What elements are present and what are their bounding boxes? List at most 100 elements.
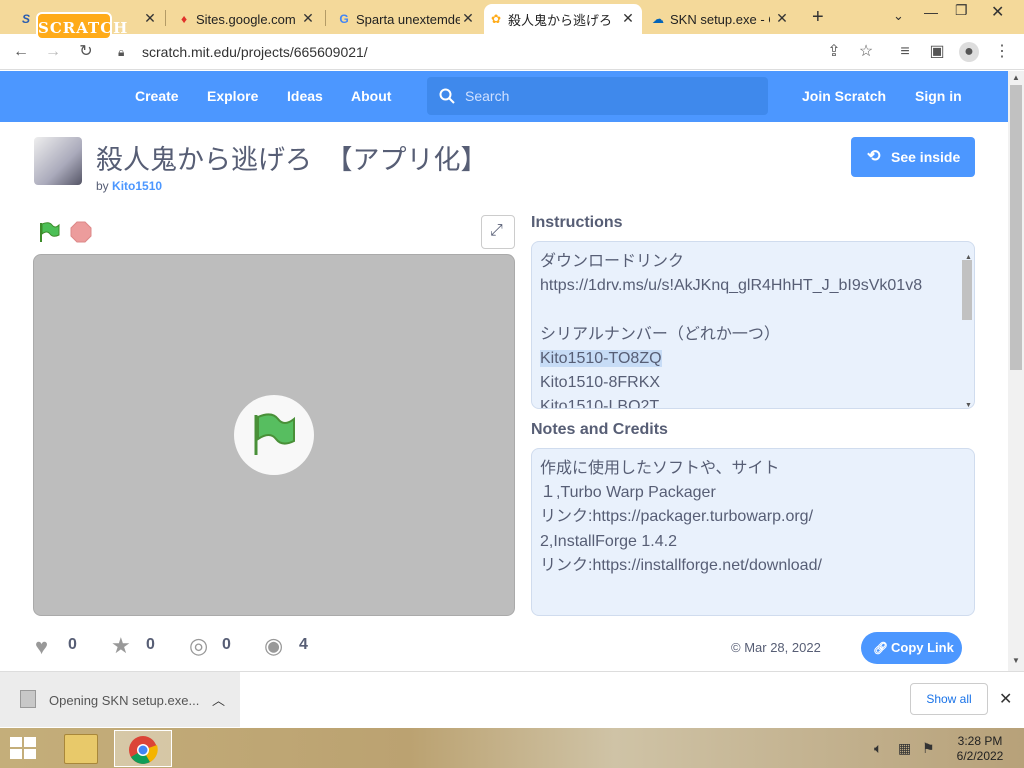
- instructions-line: Kito1510-8FRKX: [540, 373, 661, 391]
- reload-icon[interactable]: ↻: [76, 42, 96, 62]
- avatar[interactable]: [34, 137, 82, 185]
- show-all-button[interactable]: Show all: [910, 683, 988, 715]
- by-label: by: [96, 179, 109, 193]
- remix-icon: ◎: [189, 633, 209, 658]
- action-center-icon[interactable]: ⚑: [922, 740, 935, 757]
- google-icon: G: [339, 12, 349, 26]
- copy-link-button[interactable]: 🔗︎ Copy Link: [861, 632, 962, 664]
- stop-sign-icon[interactable]: [70, 221, 92, 243]
- instructions-box[interactable]: ダウンロードリンク https://1drv.ms/u/s!AkJKnq_glR…: [531, 241, 975, 409]
- taskbar-chrome-button[interactable]: [114, 730, 172, 767]
- chrome-icon: [129, 736, 158, 764]
- close-icon[interactable]: ✕: [460, 10, 476, 27]
- tab-label: Sparta unextemded: [356, 11, 460, 27]
- stage-play-button[interactable]: [234, 395, 314, 475]
- volume-muted-icon[interactable]: 🔈︎: [874, 740, 882, 757]
- tab-skn[interactable]: ☁ SKN setup.exe - C ✕: [646, 4, 796, 34]
- flame-icon: ♦: [180, 12, 188, 26]
- clock-date: 6/2/2022: [956, 749, 1004, 763]
- file-explorer-icon[interactable]: [64, 734, 98, 764]
- s-icon: S: [21, 12, 30, 26]
- nav-explore[interactable]: Explore: [207, 88, 258, 104]
- scratch-cat-icon: ✿: [490, 12, 502, 26]
- fullscreen-button[interactable]: ⤢: [481, 215, 515, 249]
- page-scroll-thumb[interactable]: [1010, 85, 1022, 370]
- heart-icon[interactable]: ♥: [35, 634, 48, 660]
- tab-search-icon[interactable]: ⌄: [893, 8, 904, 24]
- windows-start-icon[interactable]: [10, 737, 38, 761]
- star-icon[interactable]: ★: [111, 633, 131, 659]
- notes-box: 作成に使用したソフトや、サイト １,Turbo Warp Packager リン…: [531, 448, 975, 616]
- selected-text: Kito1510-TO8ZQ: [540, 349, 662, 367]
- copy-link-label: Copy Link: [891, 640, 954, 655]
- scroll-thumb[interactable]: [962, 260, 972, 320]
- close-icon[interactable]: ✕: [300, 10, 316, 27]
- favorites-count: 0: [146, 636, 155, 653]
- tab-project[interactable]: ✿ 殺人鬼から逃げろ ✕: [484, 4, 642, 34]
- tab-label: 殺人鬼から逃げろ: [508, 12, 613, 28]
- new-tab-button[interactable]: +: [812, 6, 824, 29]
- window-close-button[interactable]: ✕: [991, 2, 1004, 22]
- close-icon[interactable]: ✕: [999, 689, 1012, 709]
- instructions-line: [540, 298, 966, 322]
- nav-about[interactable]: About: [351, 88, 391, 104]
- back-icon[interactable]: ←: [11, 42, 31, 62]
- green-flag-icon[interactable]: [38, 221, 60, 243]
- close-icon[interactable]: ✕: [620, 10, 636, 27]
- notes-heading: Notes and Credits: [531, 421, 668, 438]
- url-text: scratch.mit.edu/projects/665609021/: [142, 44, 368, 60]
- remix-arrows-icon: ⟲: [867, 148, 881, 165]
- link-icon: 🔗︎: [873, 641, 889, 655]
- reading-list-icon[interactable]: ≡: [895, 42, 915, 62]
- side-panel-icon[interactable]: ▣: [927, 42, 947, 62]
- restore-button[interactable]: ❐: [955, 2, 968, 19]
- notes-line: １,Turbo Warp Packager: [540, 484, 716, 502]
- tab-label: SKN setup.exe - C: [670, 11, 770, 27]
- scratch-logo[interactable]: SCRATCH: [36, 12, 127, 40]
- loves-count: 0: [68, 636, 77, 653]
- taskbar-clock[interactable]: 3:28 PM 6/2/2022: [952, 734, 1008, 764]
- remixes-count: 0: [222, 636, 231, 653]
- instructions-heading: Instructions: [531, 214, 623, 231]
- search-input[interactable]: Search: [427, 77, 768, 115]
- clock-time: 3:28 PM: [957, 734, 1003, 748]
- instructions-line: ダウンロードリンク: [540, 253, 685, 270]
- notes-line: 作成に使用したソフトや、サイト: [540, 460, 780, 477]
- shared-date: © Mar 28, 2022: [731, 640, 821, 655]
- close-icon[interactable]: ✕: [142, 10, 158, 27]
- instructions-line: Kito1510-LBQ2T: [540, 398, 660, 409]
- tab-sparta[interactable]: G Sparta unextemded ✕: [332, 4, 482, 34]
- tab-strip: S Showdown! ✕ ♦ Sites.google.com ✕ G Spa…: [0, 0, 1024, 34]
- green-flag-icon: [254, 413, 295, 455]
- nav-create[interactable]: Create: [135, 88, 179, 104]
- instructions-line: https://1drv.ms/u/s!AkJKnq_glR4HhHT_J_bI…: [540, 277, 923, 295]
- join-scratch-link[interactable]: Join Scratch: [802, 88, 886, 104]
- menu-icon[interactable]: ⋮: [992, 42, 1012, 62]
- close-icon[interactable]: ✕: [774, 10, 790, 27]
- project-byline: by Kito1510: [96, 179, 162, 193]
- chevron-up-icon[interactable]: ︿: [212, 690, 225, 709]
- sign-in-link[interactable]: Sign in: [915, 88, 962, 104]
- page-scrollbar[interactable]: ▲ ▼: [1008, 71, 1024, 671]
- see-inside-label: See inside: [891, 149, 961, 165]
- instructions-scrollbar[interactable]: ▲ ▼: [962, 246, 972, 408]
- notes-line: リンク:https://packager.turbowarp.org/: [540, 508, 814, 526]
- search-icon: [439, 88, 455, 104]
- download-status: Opening SKN setup.exe...: [49, 693, 200, 708]
- lock-icon: 🔒︎: [118, 45, 125, 59]
- network-icon[interactable]: ▦: [898, 740, 911, 757]
- tab-label: Sites.google.com: [196, 11, 296, 27]
- tab-sites[interactable]: ♦ Sites.google.com ✕: [172, 4, 322, 34]
- forward-icon[interactable]: →: [43, 42, 63, 62]
- address-bar[interactable]: 🔒︎ scratch.mit.edu/projects/665609021/: [108, 39, 888, 65]
- download-item[interactable]: Opening SKN setup.exe... ︿: [0, 672, 240, 727]
- minimize-button[interactable]: —: [924, 4, 938, 20]
- onedrive-icon: ☁: [652, 12, 664, 26]
- notes-line: 2,InstallForge 1.4.2: [540, 532, 677, 550]
- instructions-line: Kito1510-TO8ZQ: [540, 347, 966, 371]
- see-inside-button[interactable]: ⟲ See inside: [851, 137, 975, 177]
- nav-ideas[interactable]: Ideas: [287, 88, 323, 104]
- author-link[interactable]: Kito1510: [112, 179, 162, 193]
- profile-icon[interactable]: ●: [959, 42, 979, 62]
- search-placeholder: Search: [465, 88, 510, 104]
